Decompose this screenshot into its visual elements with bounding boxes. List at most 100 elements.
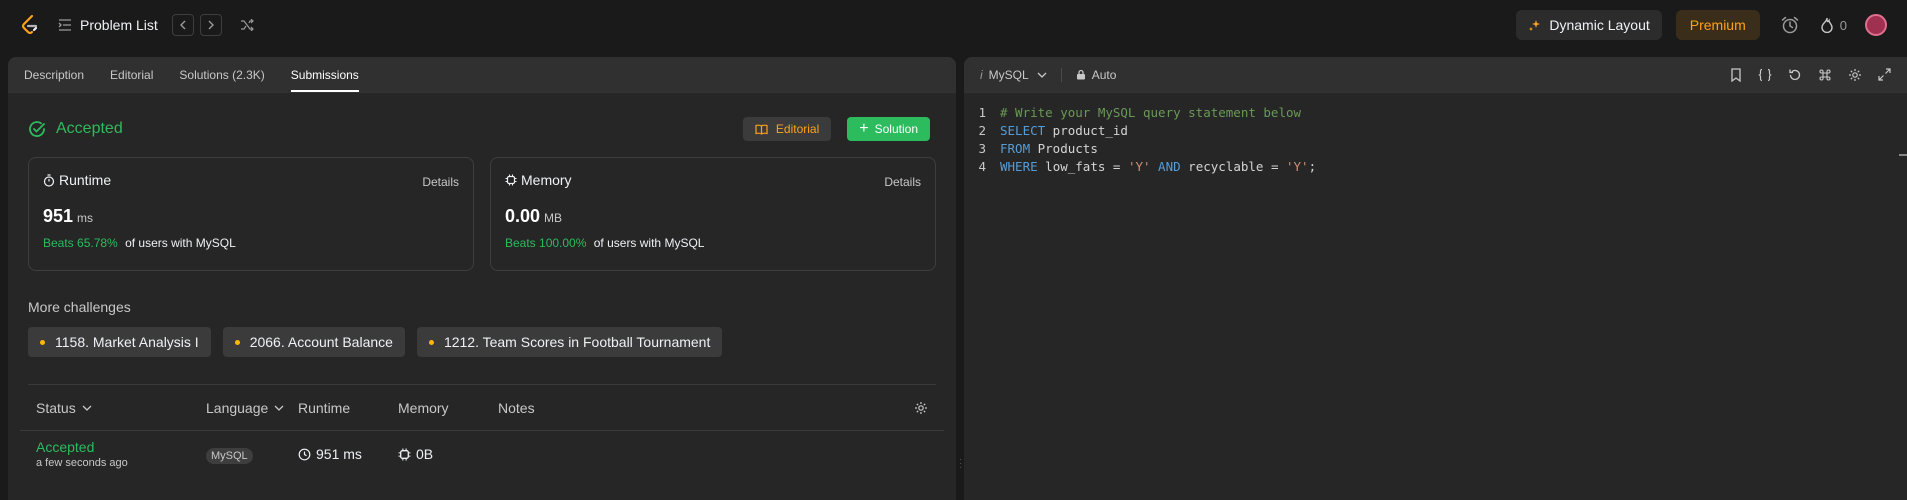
auto-mode-toggle[interactable]: Auto bbox=[1076, 67, 1117, 82]
code-line: 2 SELECT product_id bbox=[964, 121, 1907, 139]
expand-icon[interactable] bbox=[1878, 68, 1891, 81]
shuffle-icon bbox=[240, 19, 254, 31]
solution-button[interactable]: + Solution bbox=[847, 117, 930, 141]
editor-scrollbar[interactable] bbox=[1899, 154, 1907, 156]
result-status-label: Accepted bbox=[56, 120, 123, 137]
runtime-title: Runtime bbox=[59, 172, 112, 188]
code-text: low_fats = bbox=[1037, 158, 1128, 174]
panel-resize-handle[interactable] bbox=[956, 57, 964, 500]
table-row[interactable]: Accepted a few seconds ago MySQL 951 ms … bbox=[20, 431, 944, 477]
format-code-icon[interactable] bbox=[1758, 68, 1772, 82]
command-icon[interactable] bbox=[1818, 68, 1832, 82]
runtime-details-link[interactable]: Details bbox=[422, 175, 459, 189]
timer-button[interactable] bbox=[1780, 15, 1800, 35]
code-comment: # Write your MySQL query statement below bbox=[1000, 104, 1302, 120]
more-challenges-title: More challenges bbox=[28, 299, 131, 315]
avatar[interactable] bbox=[1865, 14, 1887, 36]
premium-button[interactable]: Premium bbox=[1675, 10, 1760, 40]
table-settings-button[interactable] bbox=[914, 401, 928, 415]
lock-icon bbox=[1076, 69, 1085, 80]
line-number: 1 bbox=[978, 104, 986, 120]
challenge-chip[interactable]: 1212. Team Scores in Football Tournament bbox=[416, 327, 723, 357]
difficulty-dot-icon bbox=[234, 339, 240, 345]
reset-icon[interactable] bbox=[1788, 68, 1802, 82]
language-header-label: Language bbox=[206, 399, 269, 416]
bookmark-icon[interactable] bbox=[1730, 67, 1742, 82]
runtime-unit: ms bbox=[77, 211, 94, 225]
editor-toolbar: i MySQL Auto bbox=[964, 57, 1907, 93]
code-keyword: AND bbox=[1150, 158, 1181, 174]
challenge-chips: 1158. Market Analysis I 2066. Account Ba… bbox=[28, 327, 936, 357]
code-line: 3 FROM Products bbox=[964, 139, 1907, 157]
streak-count: 0 bbox=[1839, 17, 1847, 33]
stopwatch-icon bbox=[43, 173, 55, 187]
runtime-beats-suffix: of users with MySQL bbox=[125, 236, 236, 250]
challenge-chip[interactable]: 2066. Account Balance bbox=[222, 327, 405, 357]
streak-counter[interactable]: 0 bbox=[1820, 17, 1847, 33]
code-text: recyclable = bbox=[1180, 158, 1286, 174]
code-keyword: SELECT bbox=[1000, 122, 1046, 138]
code-editor-panel: i MySQL Auto 1 # Write your MySQL query … bbox=[964, 57, 1907, 500]
result-status: Accepted bbox=[28, 120, 123, 138]
tab-submissions[interactable]: Submissions bbox=[278, 57, 372, 92]
code-text: ; bbox=[1308, 158, 1317, 174]
language-select-value: MySQL bbox=[988, 67, 1029, 82]
code-string: 'Y' bbox=[1286, 158, 1309, 174]
code-editor[interactable]: 1 # Write your MySQL query statement bel… bbox=[964, 93, 1907, 175]
list-icon bbox=[58, 19, 71, 31]
drag-handle-icon[interactable]: · · · bbox=[959, 455, 962, 473]
language-badge: MySQL bbox=[206, 448, 253, 464]
difficulty-dot-icon bbox=[40, 339, 45, 345]
code-string: 'Y' bbox=[1127, 158, 1151, 174]
notes-header: Notes bbox=[498, 399, 535, 416]
memory-card[interactable]: Memory Details 0.00 MB Beats 100.00% of u… bbox=[490, 157, 936, 271]
toolbar-divider bbox=[1060, 67, 1062, 82]
problem-tabs: Description Editorial Solutions (2.3K) S… bbox=[8, 57, 956, 93]
settings-gear-icon[interactable] bbox=[1848, 68, 1862, 82]
dynamic-layout-button[interactable]: Dynamic Layout bbox=[1516, 10, 1662, 40]
language-select[interactable]: i MySQL bbox=[980, 68, 1047, 82]
memory-unit: MB bbox=[544, 211, 563, 225]
alarm-clock-icon bbox=[1781, 16, 1799, 34]
tab-description[interactable]: Description bbox=[24, 57, 97, 92]
auto-mode-label: Auto bbox=[1091, 67, 1117, 82]
submission-memory: 0B bbox=[416, 446, 434, 462]
difficulty-dot-icon bbox=[428, 339, 434, 345]
status-header-label: Status bbox=[36, 399, 76, 416]
fire-icon bbox=[1821, 17, 1833, 33]
challenge-chip-label: 1158. Market Analysis I bbox=[55, 334, 199, 350]
runtime-card[interactable]: Runtime Details 951 ms Beats 65.78% of us… bbox=[28, 157, 474, 271]
editorial-button[interactable]: Editorial bbox=[742, 117, 832, 141]
shuffle-button[interactable] bbox=[240, 19, 254, 31]
plus-icon: + bbox=[859, 120, 869, 137]
memory-beats-suffix: of users with MySQL bbox=[593, 236, 705, 250]
dynamic-layout-label: Dynamic Layout bbox=[1549, 17, 1650, 33]
left-panel: Description Editorial Solutions (2.3K) S… bbox=[8, 57, 956, 500]
leetcode-logo-icon[interactable] bbox=[20, 13, 44, 37]
runtime-beats: Beats 65.78% bbox=[43, 236, 118, 250]
problem-list-link[interactable]: Problem List bbox=[58, 17, 158, 33]
submission-status[interactable]: Accepted bbox=[36, 439, 206, 455]
gear-icon bbox=[915, 401, 927, 414]
memory-header: Memory bbox=[398, 399, 449, 416]
tab-editorial[interactable]: Editorial bbox=[97, 57, 166, 92]
sparkle-icon bbox=[1529, 19, 1541, 31]
challenge-chip-label: 2066. Account Balance bbox=[249, 334, 393, 350]
submission-runtime: 951 ms bbox=[316, 446, 362, 462]
solution-button-label: Solution bbox=[874, 122, 918, 136]
next-problem-button[interactable] bbox=[199, 14, 222, 36]
book-icon bbox=[755, 124, 768, 135]
top-navbar: Problem List Dynamic Layout Premium 0 bbox=[0, 0, 1907, 50]
chip-icon bbox=[505, 174, 517, 186]
prev-problem-button[interactable] bbox=[171, 14, 194, 36]
code-text: Products bbox=[1030, 140, 1098, 156]
code-keyword: WHERE bbox=[1000, 158, 1038, 174]
status-filter[interactable]: Status bbox=[36, 400, 206, 416]
tab-solutions[interactable]: Solutions (2.3K) bbox=[166, 57, 277, 92]
memory-beats: Beats 100.00% bbox=[505, 236, 587, 250]
chevron-left-icon bbox=[179, 20, 186, 30]
memory-details-link[interactable]: Details bbox=[884, 175, 921, 189]
challenge-chip[interactable]: 1158. Market Analysis I bbox=[28, 327, 211, 357]
code-line: 4 WHERE low_fats = 'Y' AND recyclable = … bbox=[964, 157, 1907, 175]
language-filter[interactable]: Language bbox=[206, 400, 298, 416]
